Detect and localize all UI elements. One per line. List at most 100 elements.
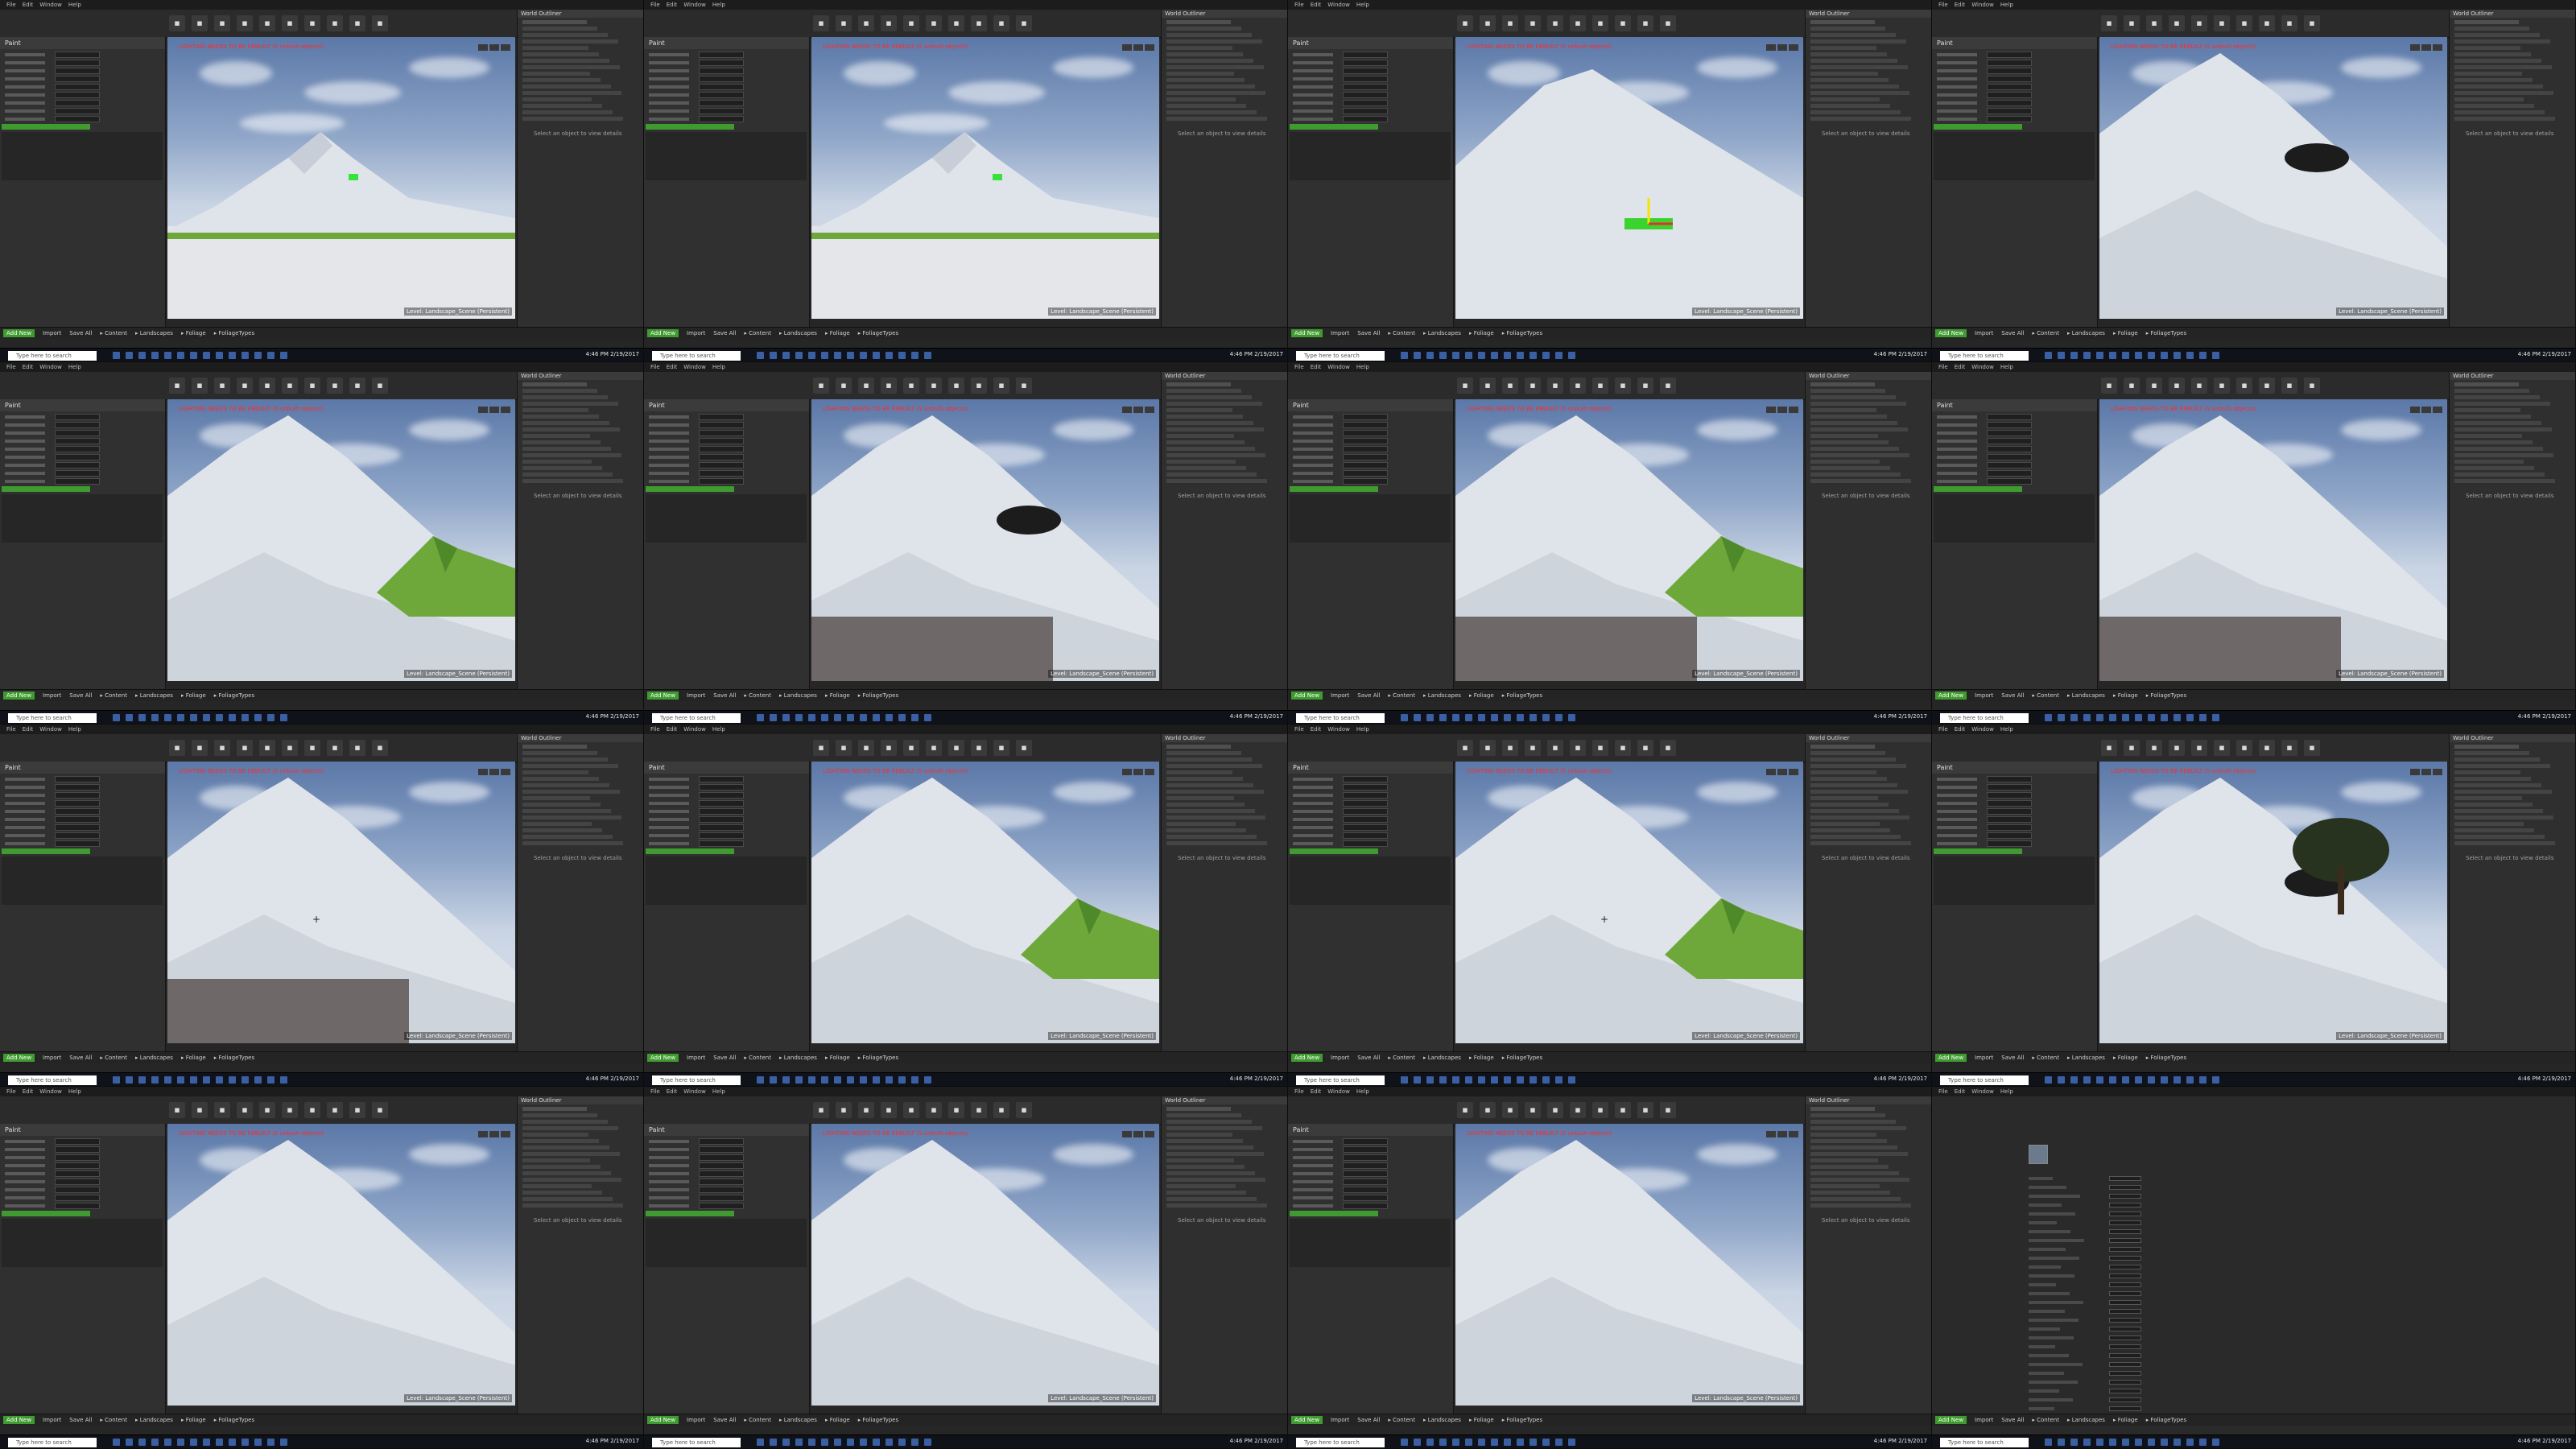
- outliner-row[interactable]: [522, 46, 588, 50]
- brush-setting-row[interactable]: [1937, 92, 2033, 98]
- taskbar-app-icon[interactable]: [1555, 352, 1563, 359]
- outliner-row[interactable]: [1166, 1133, 1232, 1137]
- outliner-row[interactable]: [522, 1191, 602, 1195]
- menu-item[interactable]: Window: [683, 726, 706, 733]
- outliner-list[interactable]: [518, 745, 643, 845]
- taskbar-app-icon[interactable]: [151, 1076, 159, 1084]
- taskbar-app-icon[interactable]: [2058, 1076, 2065, 1084]
- outliner-row[interactable]: [522, 822, 592, 826]
- outliner-row[interactable]: [1166, 1146, 1253, 1150]
- taskbar-app-icon[interactable]: [873, 1439, 880, 1446]
- taskbar-app-icon[interactable]: [2109, 1076, 2116, 1084]
- property-field[interactable]: [2109, 1212, 2141, 1216]
- brush-setting-row[interactable]: [1937, 800, 2033, 807]
- setting-field[interactable]: [55, 108, 100, 114]
- outliner-list[interactable]: [2450, 20, 2575, 121]
- brush-setting-row[interactable]: [649, 1162, 745, 1169]
- import-button[interactable]: Import: [1331, 330, 1349, 336]
- taskbar-app-icon[interactable]: [2199, 714, 2207, 721]
- import-button[interactable]: Import: [687, 692, 705, 699]
- taskbar-app-icon[interactable]: [177, 1076, 184, 1084]
- menu-item[interactable]: Window: [1327, 1088, 1350, 1095]
- viewport-mode-show[interactable]: [1145, 769, 1154, 775]
- add-new-button[interactable]: Add New: [647, 1416, 679, 1424]
- taskbar-app-icon[interactable]: [1401, 1439, 1408, 1446]
- outliner-row[interactable]: [522, 1113, 597, 1117]
- taskbar-app-icon[interactable]: [2135, 352, 2142, 359]
- menu-item[interactable]: File: [6, 1088, 16, 1095]
- menu-item[interactable]: Window: [683, 2, 706, 8]
- taskbar-search-input[interactable]: Type here to search: [8, 1075, 97, 1085]
- source-icon[interactable]: ▪: [1480, 1102, 1496, 1118]
- source-icon[interactable]: ▪: [2124, 378, 2140, 394]
- taskbar-app-icon[interactable]: [757, 1076, 764, 1084]
- taskbar-app-icon[interactable]: [770, 1076, 777, 1084]
- import-button[interactable]: Import: [687, 1417, 705, 1423]
- menu-item[interactable]: Help: [712, 1088, 725, 1095]
- outliner-list[interactable]: [518, 1107, 643, 1208]
- build-icon[interactable]: ▪: [327, 378, 343, 394]
- import-button[interactable]: Import: [1331, 692, 1349, 699]
- setting-field[interactable]: [699, 816, 744, 823]
- outliner-row[interactable]: [522, 427, 620, 431]
- setting-field[interactable]: [699, 52, 744, 58]
- content-icon[interactable]: ▪: [858, 15, 874, 31]
- outliner-row[interactable]: [1166, 1158, 1234, 1162]
- setting-field[interactable]: [699, 76, 744, 82]
- outliner-row[interactable]: [1166, 1197, 1257, 1201]
- outliner-row[interactable]: [1810, 72, 1878, 76]
- foliage-type-list[interactable]: [1934, 132, 2095, 180]
- setting-field[interactable]: [1343, 816, 1388, 823]
- taskbar-app-icon[interactable]: [1568, 352, 1575, 359]
- menu-item[interactable]: Window: [1971, 2, 1994, 8]
- brush-setting-row[interactable]: [649, 776, 745, 782]
- play-icon[interactable]: ▪: [2281, 740, 2297, 756]
- taskbar-app-icon[interactable]: [2186, 714, 2194, 721]
- taskbar-app-icon[interactable]: [126, 1076, 133, 1084]
- taskbar-app-icon[interactable]: [1401, 714, 1408, 721]
- taskbar-app-icon[interactable]: [860, 1439, 867, 1446]
- outliner-row[interactable]: [1810, 1203, 1911, 1208]
- save-icon[interactable]: ▪: [813, 15, 829, 31]
- menu-item[interactable]: Window: [1971, 1088, 1994, 1095]
- taskbar-app-icon[interactable]: [1491, 1076, 1498, 1084]
- taskbar-app-icon[interactable]: [2148, 352, 2155, 359]
- outliner-row[interactable]: [2454, 751, 2529, 755]
- import-button[interactable]: Import: [1331, 1055, 1349, 1061]
- outliner-row[interactable]: [1810, 382, 1875, 386]
- outliner-row[interactable]: [522, 421, 609, 425]
- taskbar-app-icon[interactable]: [229, 714, 236, 721]
- setting-field[interactable]: [1343, 1195, 1388, 1201]
- brush-setting-row[interactable]: [1937, 76, 2033, 82]
- brush-setting-row[interactable]: [1293, 446, 1389, 452]
- level-viewport[interactable]: LIGHTING NEEDS TO BE REBUILT (5 unbuilt …: [811, 762, 1159, 1043]
- outliner-row[interactable]: [2454, 758, 2540, 762]
- breadcrumb-item[interactable]: ▸ Content: [100, 1055, 127, 1061]
- brush-setting-row[interactable]: [5, 776, 101, 782]
- outliner-row[interactable]: [1810, 402, 1906, 406]
- save-all-button[interactable]: Save All: [2001, 692, 2024, 699]
- taskbar-app-icon[interactable]: [1568, 1439, 1575, 1446]
- breadcrumb-item[interactable]: ▸ Landscapes: [779, 1417, 817, 1423]
- setting-field[interactable]: [1987, 68, 2032, 74]
- setting-field[interactable]: [55, 1187, 100, 1193]
- outliner-row[interactable]: [1810, 91, 1909, 95]
- setting-field[interactable]: [699, 808, 744, 815]
- outliner-row[interactable]: [1810, 453, 1909, 457]
- save-all-button[interactable]: Save All: [2001, 1055, 2024, 1061]
- taskbar-app-icon[interactable]: [1504, 714, 1511, 721]
- foliage-add-button[interactable]: [2, 486, 90, 492]
- play-icon[interactable]: ▪: [1637, 740, 1653, 756]
- taskbar-app-icon[interactable]: [2045, 1439, 2052, 1446]
- menu-item[interactable]: Window: [1327, 2, 1350, 8]
- settings-icon[interactable]: ▪: [1547, 740, 1563, 756]
- breadcrumb-item[interactable]: ▸ Content: [2032, 1417, 2059, 1423]
- taskbar-app-icon[interactable]: [1491, 352, 1498, 359]
- brush-setting-row[interactable]: [1937, 68, 2033, 74]
- brush-setting-row[interactable]: [5, 1138, 101, 1145]
- outliner-row[interactable]: [522, 440, 601, 444]
- import-button[interactable]: Import: [1975, 330, 1993, 336]
- outliner-row[interactable]: [1810, 427, 1908, 431]
- taskbar-app-icon[interactable]: [911, 1439, 919, 1446]
- settings-icon[interactable]: ▪: [2191, 15, 2207, 31]
